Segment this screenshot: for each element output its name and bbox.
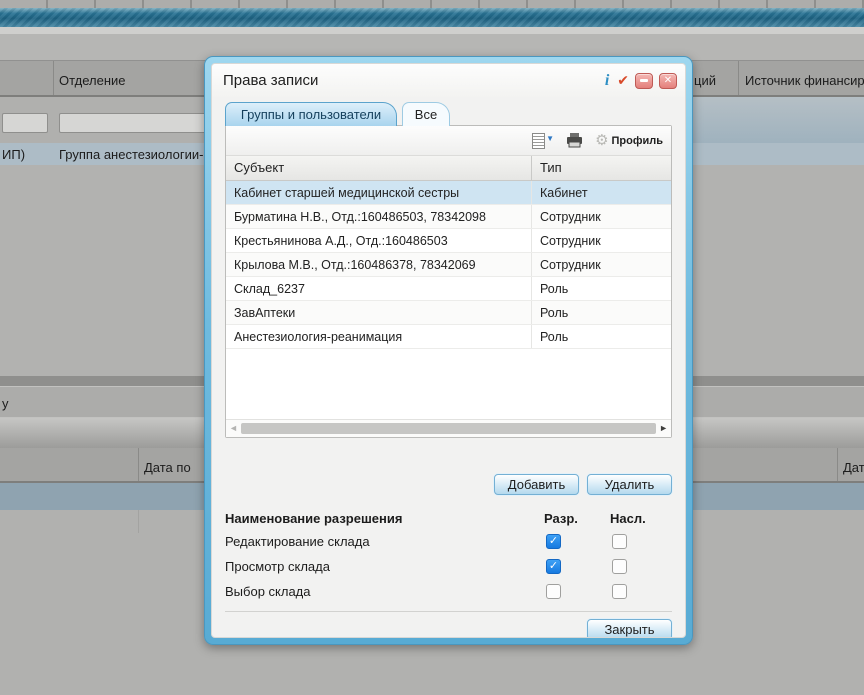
minimize-icon xyxy=(640,79,648,82)
tab-groups-and-users[interactable]: Группы и пользователи xyxy=(225,102,397,126)
dialog-title: Права записи xyxy=(223,72,603,89)
table-row[interactable]: Бурматина Н.В., Отд.:160486503, 78342098… xyxy=(226,205,671,229)
subjects-panel: ▼ ⚙ Профиль xyxy=(225,125,672,438)
column-divider xyxy=(53,61,54,95)
cell-type: Роль xyxy=(531,277,671,300)
permissions-header: Наименование разрешения Разр. Насл. xyxy=(225,507,672,529)
cell-type: Сотрудник xyxy=(531,205,671,228)
cell-type: Сотрудник xyxy=(531,229,671,252)
footer-divider xyxy=(225,611,672,612)
column-chooser-icon[interactable]: ▼ xyxy=(532,133,554,149)
delete-button[interactable]: Удалить xyxy=(587,474,672,495)
minimize-button[interactable] xyxy=(635,73,653,89)
print-button[interactable] xyxy=(566,133,583,148)
horizontal-scrollbar[interactable]: ◄ ► xyxy=(226,419,671,437)
column-divider xyxy=(138,448,139,481)
column-header-date-partial[interactable]: Дат xyxy=(843,460,864,475)
profile-button[interactable]: ⚙ Профиль xyxy=(595,133,663,148)
checkbox-allowed[interactable]: ✓ xyxy=(546,534,561,549)
row-cell-partial: ИП) xyxy=(2,147,25,162)
permission-row: Редактирование склада ✓ ✓ xyxy=(225,529,672,554)
cell-subject: Кабинет старшей медицинской сестры xyxy=(226,181,531,204)
tab-bar: Группы и пользователи Все xyxy=(225,102,672,125)
permissions-section: Наименование разрешения Разр. Насл. Реда… xyxy=(225,507,672,604)
checkbox-inherited[interactable]: ✓ xyxy=(612,534,627,549)
cell-type: Роль xyxy=(531,325,671,348)
section-label-partial: у xyxy=(2,396,9,411)
cell-subject: Склад_6237 xyxy=(226,277,531,300)
allowed-header: Разр. xyxy=(544,511,606,526)
action-buttons: Добавить Удалить xyxy=(225,474,672,495)
record-permissions-dialog: Права записи i ✔ ✕ Группы и пользователи… xyxy=(204,56,693,645)
background-strip xyxy=(0,27,864,34)
inherited-header: Насл. xyxy=(606,511,672,526)
permission-row: Выбор склада ✓ ✓ xyxy=(225,579,672,604)
screen: Отделение ций Источник финансиров ИП) Гр… xyxy=(0,0,864,695)
column-header-otdelenie[interactable]: Отделение xyxy=(59,73,126,88)
column-header-source[interactable]: Источник финансиров xyxy=(745,73,864,88)
cell-subject: ЗавАптеки xyxy=(226,301,531,324)
checkbox-inherited[interactable]: ✓ xyxy=(612,584,627,599)
filter-input-1[interactable] xyxy=(2,113,48,133)
panel-toolbar: ▼ ⚙ Профиль xyxy=(226,126,671,156)
scroll-left-icon[interactable]: ◄ xyxy=(229,424,238,433)
gear-icon: ⚙ xyxy=(595,133,608,148)
cell-type: Сотрудник xyxy=(531,253,671,276)
table-row[interactable]: ЗавАптеки Роль xyxy=(226,301,671,325)
cell-type: Роль xyxy=(531,301,671,324)
permission-name: Просмотр склада xyxy=(225,559,544,574)
printer-icon xyxy=(566,133,583,148)
list-icon xyxy=(532,133,545,149)
table-row[interactable]: Кабинет старшей медицинской сестры Кабин… xyxy=(226,181,671,205)
confirm-icon[interactable]: ✔ xyxy=(617,72,629,89)
permission-name: Редактирование склада xyxy=(225,534,544,549)
row-cell-department: Группа анестезиологии-ре xyxy=(59,147,218,162)
filter-input-2[interactable] xyxy=(59,113,206,133)
grid-rows: Кабинет старшей медицинской сестры Кабин… xyxy=(226,181,671,349)
tab-all[interactable]: Все xyxy=(402,102,450,126)
cell-subject: Крылова М.В., Отд.:160486378, 78342069 xyxy=(226,253,531,276)
info-icon[interactable]: i xyxy=(603,72,611,90)
grid-header: Субъект Тип xyxy=(226,156,671,181)
scrollbar-thumb[interactable] xyxy=(241,423,656,434)
permission-row: Просмотр склада ✓ ✓ xyxy=(225,554,672,579)
cell-subject: Крестьянинова А.Д., Отд.:160486503 xyxy=(226,229,531,252)
scroll-right-icon[interactable]: ► xyxy=(659,424,668,433)
column-divider xyxy=(837,448,838,481)
column-header-type[interactable]: Тип xyxy=(531,156,671,180)
chevron-down-icon: ▼ xyxy=(546,134,554,143)
column-header-partial[interactable]: ций xyxy=(694,73,716,88)
table-row[interactable]: Склад_6237 Роль xyxy=(226,277,671,301)
footer: Закрыть xyxy=(225,619,672,638)
background-gradient-zone xyxy=(688,97,864,143)
check-mark-icon: ✓ xyxy=(549,536,558,547)
column-divider xyxy=(138,510,139,533)
cell-type: Кабинет xyxy=(531,181,671,204)
column-header-date-to[interactable]: Дата по xyxy=(144,460,191,475)
dialog-titlebar: Права записи i ✔ ✕ xyxy=(212,64,685,97)
profile-label: Профиль xyxy=(612,135,663,147)
permission-name: Выбор склада xyxy=(225,584,544,599)
permission-name-header: Наименование разрешения xyxy=(225,511,544,526)
check-mark-icon: ✓ xyxy=(549,561,558,572)
dialog-body: Группы и пользователи Все ▼ xyxy=(212,97,685,638)
table-row[interactable]: Анестезиология-реанимация Роль xyxy=(226,325,671,349)
table-row[interactable]: Крылова М.В., Отд.:160486378, 78342069 С… xyxy=(226,253,671,277)
cell-subject: Анестезиология-реанимация xyxy=(226,325,531,348)
titlebar-icons: i ✔ ✕ xyxy=(603,72,677,90)
background-title-bar xyxy=(0,8,864,27)
cell-subject: Бурматина Н.В., Отд.:160486503, 78342098 xyxy=(226,205,531,228)
close-dialog-button[interactable]: Закрыть xyxy=(587,619,672,638)
add-button[interactable]: Добавить xyxy=(494,474,579,495)
column-divider xyxy=(738,61,739,95)
checkbox-inherited[interactable]: ✓ xyxy=(612,559,627,574)
checkbox-allowed[interactable]: ✓ xyxy=(546,559,561,574)
close-button[interactable]: ✕ xyxy=(659,73,677,89)
dialog-inner: Права записи i ✔ ✕ Группы и пользователи… xyxy=(211,63,686,638)
grid-empty-area xyxy=(226,349,671,419)
checkbox-allowed[interactable]: ✓ xyxy=(546,584,561,599)
column-header-subject[interactable]: Субъект xyxy=(226,156,531,180)
background-tab-strip xyxy=(0,0,864,8)
table-row[interactable]: Крестьянинова А.Д., Отд.:160486503 Сотру… xyxy=(226,229,671,253)
